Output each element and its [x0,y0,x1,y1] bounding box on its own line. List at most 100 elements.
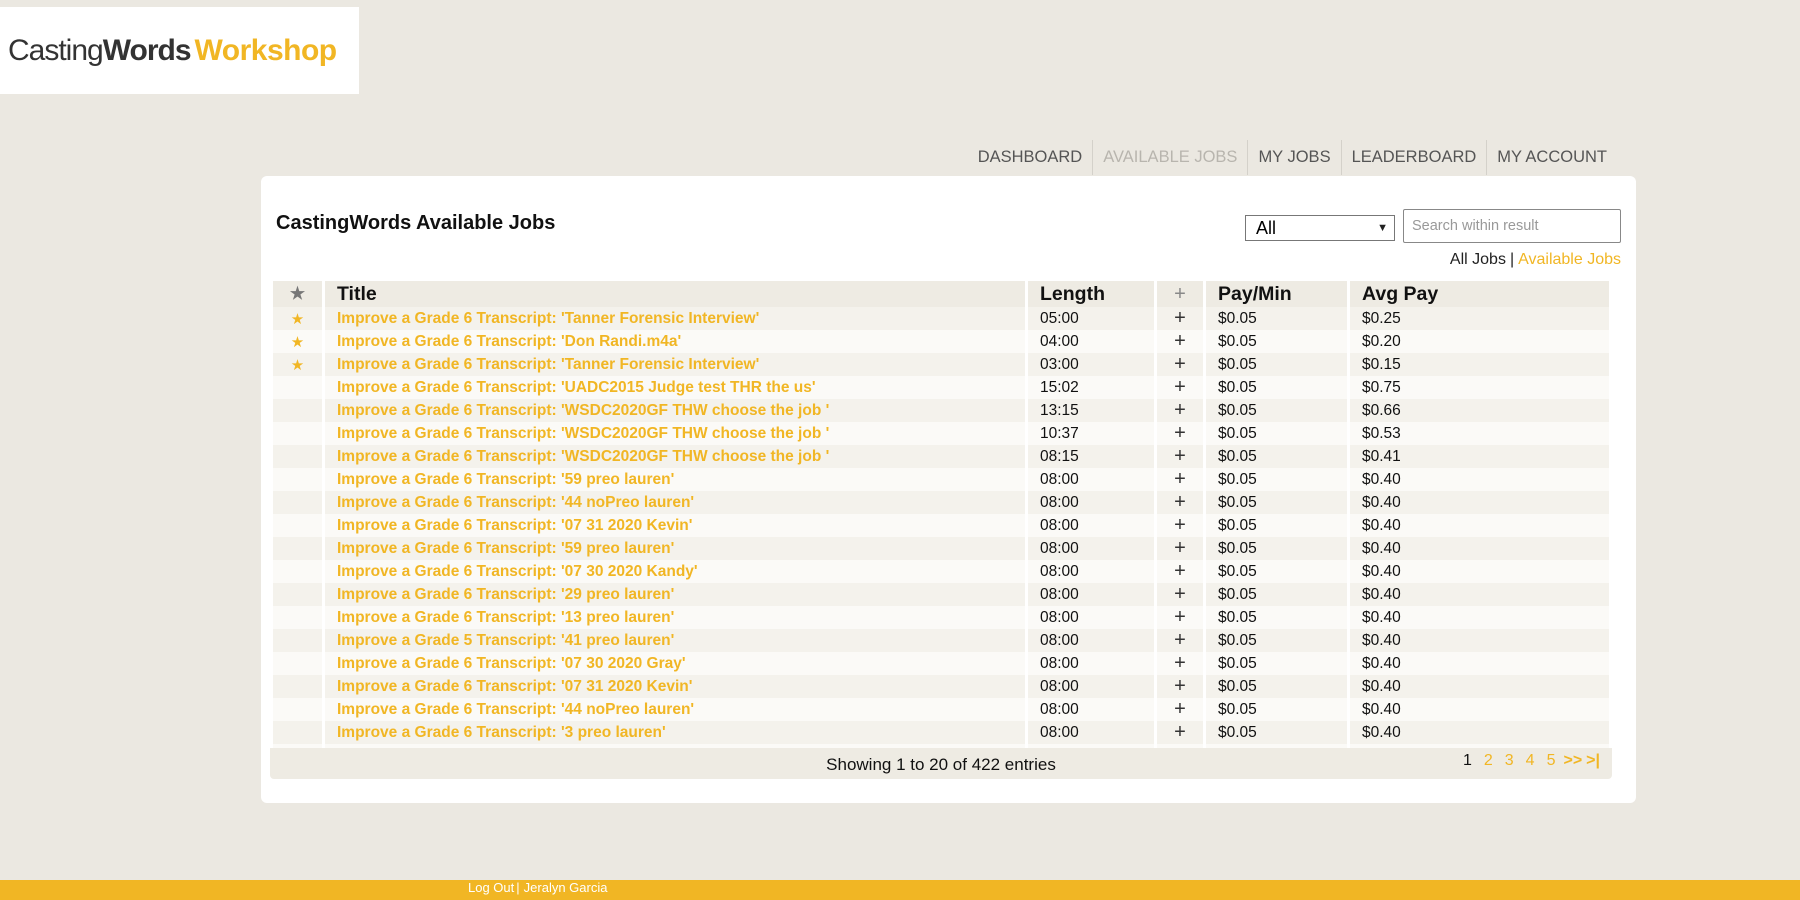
star-icon[interactable]: ★ [273,330,322,353]
add-job-plus-icon[interactable]: + [1157,514,1203,537]
search-input[interactable] [1403,209,1621,243]
logout-link[interactable]: Log Out [468,880,514,895]
job-title-cell: Improve a Grade 6 Transcript: '3 preo la… [325,721,1025,744]
add-job-plus-icon[interactable]: + [1157,307,1203,330]
logo-casting: CastingWords [8,34,192,68]
filter-dropdown[interactable]: All ▼ [1245,215,1395,241]
star-icon[interactable]: ★ [273,353,322,376]
star-icon[interactable] [273,399,322,422]
job-title-link[interactable]: Improve a Grade 6 Transcript: '3 preo la… [337,724,666,741]
add-job-plus-icon[interactable]: + [1157,330,1203,353]
add-job-plus-icon[interactable]: + [1157,698,1203,721]
add-job-plus-icon[interactable]: + [1157,652,1203,675]
add-job-plus-icon[interactable]: + [1157,376,1203,399]
job-pay-per-min: $0.05 [1206,468,1347,491]
job-title-link[interactable]: Improve a Grade 6 Transcript: '59 preo l… [337,540,674,557]
star-icon[interactable] [273,445,322,468]
job-length: 08:00 [1028,652,1154,675]
star-icon[interactable] [273,698,322,721]
add-job-plus-icon[interactable]: + [1157,629,1203,652]
jobs-table-body: ★ Improve a Grade 6 Transcript: 'Tanner F… [273,307,1609,767]
star-icon[interactable] [273,652,322,675]
available-jobs-link[interactable]: Available Jobs [1518,251,1621,268]
user-name-link[interactable]: Jeralyn Garcia [524,880,608,895]
job-title-cell: Improve a Grade 6 Transcript: '44 noPreo… [325,491,1025,514]
page-4[interactable]: 4 [1520,752,1541,770]
star-icon[interactable] [273,376,322,399]
job-pay-per-min: $0.05 [1206,652,1347,675]
add-job-plus-icon[interactable]: + [1157,537,1203,560]
add-job-plus-icon[interactable]: + [1157,399,1203,422]
page-2[interactable]: 2 [1478,752,1499,770]
star-icon[interactable] [273,560,322,583]
star-icon[interactable] [273,537,322,560]
star-icon[interactable] [273,606,322,629]
length-header[interactable]: Length [1028,281,1154,307]
job-title-link[interactable]: Improve a Grade 6 Transcript: 'WSDC2020G… [337,425,829,442]
chevron-down-icon: ▼ [1377,222,1388,234]
next-page-button[interactable]: >> [1561,752,1584,770]
star-icon[interactable] [273,583,322,606]
star-icon[interactable] [273,675,322,698]
add-job-plus-icon[interactable]: + [1157,422,1203,445]
job-title-cell: Improve a Grade 6 Transcript: 'WSDC2020G… [325,445,1025,468]
job-title-link[interactable]: Improve a Grade 6 Transcript: '07 30 202… [337,563,698,580]
add-job-plus-icon[interactable]: + [1157,445,1203,468]
page-1[interactable]: 1 [1457,752,1478,770]
job-title-cell: Improve a Grade 6 Transcript: 'Don Randi… [325,330,1025,353]
job-title-link[interactable]: Improve a Grade 5 Transcript: '41 preo l… [337,632,674,649]
add-job-plus-icon[interactable]: + [1157,721,1203,744]
all-jobs-link[interactable]: All Jobs [1450,251,1506,268]
star-header-icon[interactable]: ★ [273,281,322,307]
avg-pay-header[interactable]: Avg Pay [1350,281,1609,307]
add-job-plus-icon[interactable]: + [1157,468,1203,491]
nav-leaderboard[interactable]: Leaderboard [1342,140,1488,175]
logo[interactable]: CastingWords Workshop [0,7,359,94]
add-job-plus-icon[interactable]: + [1157,606,1203,629]
job-title-link[interactable]: Improve a Grade 6 Transcript: '44 noPreo… [337,701,694,718]
star-icon[interactable] [273,629,322,652]
nav-dashboard[interactable]: Dashboard [968,140,1094,175]
job-length: 05:00 [1028,307,1154,330]
job-title-link[interactable]: Improve a Grade 6 Transcript: 'Tanner Fo… [337,310,759,327]
logo-workshop: Workshop [194,33,338,67]
nav-available-jobs[interactable]: Available Jobs [1093,140,1249,175]
page-3[interactable]: 3 [1499,752,1520,770]
star-icon[interactable]: ★ [273,307,322,330]
job-title-link[interactable]: Improve a Grade 6 Transcript: 'Tanner Fo… [337,356,759,373]
job-length: 08:00 [1028,721,1154,744]
star-icon[interactable] [273,514,322,537]
job-title-link[interactable]: Improve a Grade 6 Transcript: 'WSDC2020G… [337,402,829,419]
job-length: 08:00 [1028,468,1154,491]
job-title-link[interactable]: Improve a Grade 6 Transcript: '44 noPreo… [337,494,694,511]
nav-my-jobs[interactable]: My Jobs [1248,140,1342,175]
job-title-link[interactable]: Improve a Grade 6 Transcript: '59 preo l… [337,471,674,488]
job-title-link[interactable]: Improve a Grade 6 Transcript: 'UADC2015 … [337,379,816,396]
page-5[interactable]: 5 [1541,752,1562,770]
job-pay-per-min: $0.05 [1206,422,1347,445]
last-page-button[interactable]: >| [1584,752,1602,770]
job-title-link[interactable]: Improve a Grade 6 Transcript: '07 31 202… [337,517,692,534]
job-title-link[interactable]: Improve a Grade 6 Transcript: '13 preo l… [337,609,674,626]
add-job-plus-icon[interactable]: + [1157,353,1203,376]
job-title-link[interactable]: Improve a Grade 6 Transcript: '07 30 202… [337,655,686,672]
star-icon[interactable] [273,468,322,491]
star-icon[interactable] [273,422,322,445]
add-job-plus-icon[interactable]: + [1157,583,1203,606]
pagination: 1 2 3 4 5 >> >| [1457,752,1602,770]
job-length: 08:00 [1028,629,1154,652]
add-job-plus-icon[interactable]: + [1157,675,1203,698]
title-header[interactable]: Title [325,281,1025,307]
job-title-cell: Improve a Grade 6 Transcript: '59 preo l… [325,537,1025,560]
pay-per-min-header[interactable]: Pay/Min [1206,281,1347,307]
job-title-link[interactable]: Improve a Grade 6 Transcript: 'WSDC2020G… [337,448,829,465]
star-icon[interactable] [273,491,322,514]
job-title-link[interactable]: Improve a Grade 6 Transcript: 'Don Randi… [337,333,681,350]
job-avg-pay: $0.41 [1350,445,1609,468]
add-job-plus-icon[interactable]: + [1157,491,1203,514]
add-job-plus-icon[interactable]: + [1157,560,1203,583]
star-icon[interactable] [273,721,322,744]
nav-my-account[interactable]: My Account [1487,140,1617,175]
job-title-link[interactable]: Improve a Grade 6 Transcript: '07 31 202… [337,678,692,695]
job-title-link[interactable]: Improve a Grade 6 Transcript: '29 preo l… [337,586,674,603]
